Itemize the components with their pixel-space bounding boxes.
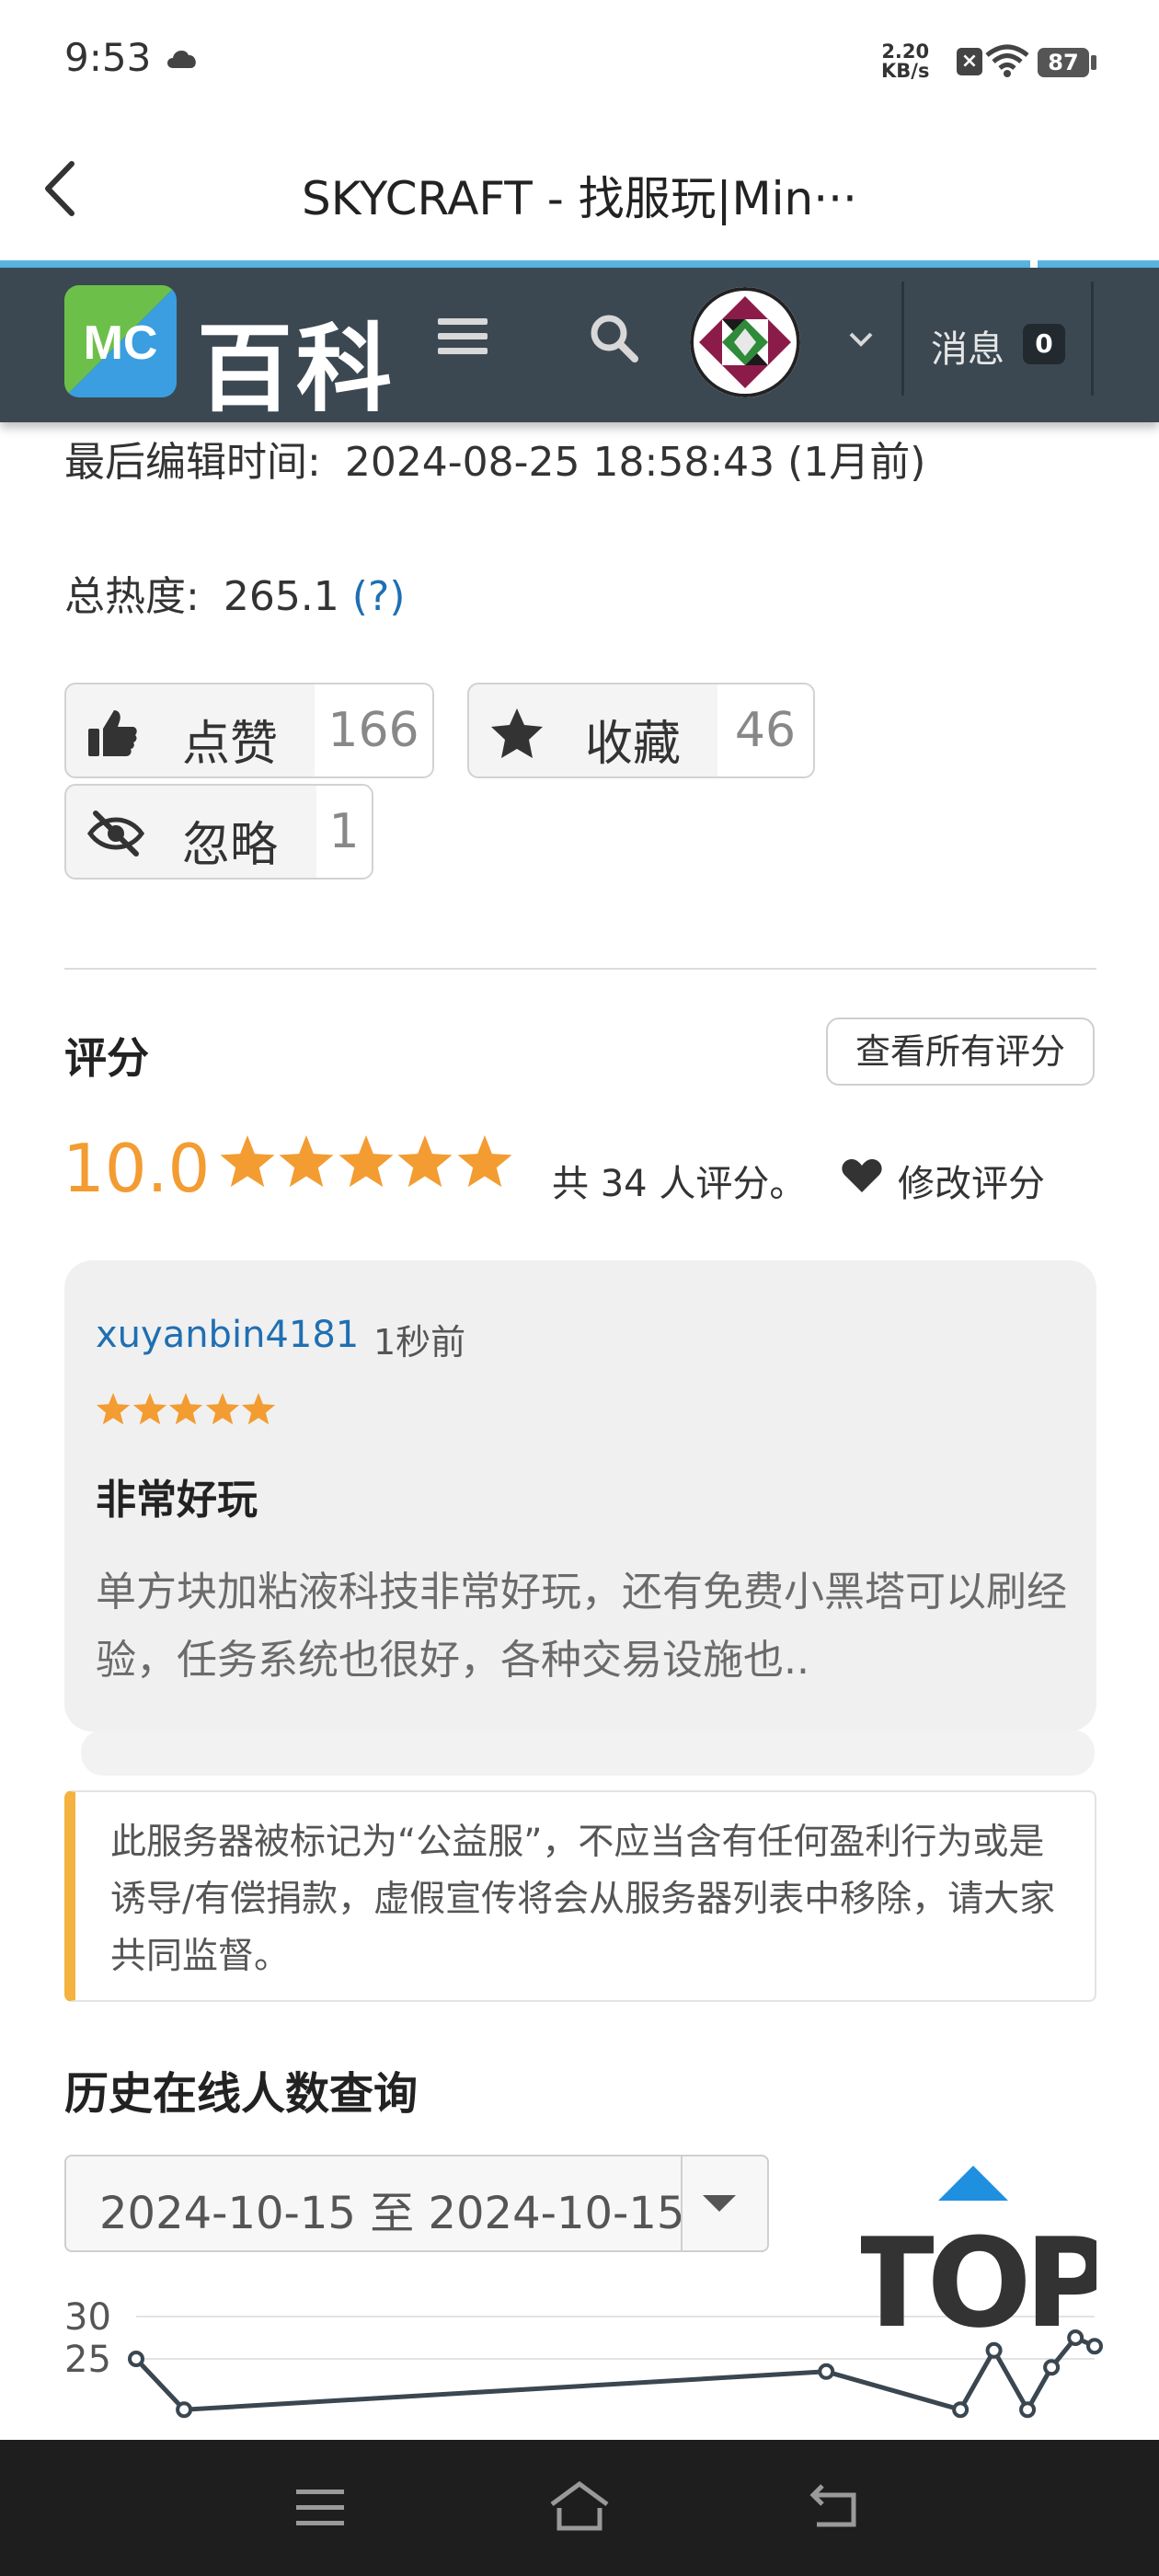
rating-count: 共 34 人评分。 xyxy=(552,1163,807,1205)
page-load-progress xyxy=(0,260,1159,268)
star-icon xyxy=(339,1135,394,1188)
section-divider xyxy=(64,968,1096,970)
ignore-button[interactable]: 忽略 1 xyxy=(64,784,373,880)
battery-icon: 87 xyxy=(1038,48,1089,77)
menu-icon[interactable] xyxy=(438,316,488,361)
header-divider xyxy=(1091,282,1094,396)
progress-gap xyxy=(1030,260,1038,268)
total-heat-value: 265.1 xyxy=(223,573,339,620)
like-button[interactable]: 点赞 166 xyxy=(64,683,434,778)
modify-rating-label: 修改评分 xyxy=(898,1163,1045,1205)
star-icon xyxy=(491,708,543,758)
notice-text: 此服务器被标记为“公益服”，不应当含有任何盈利行为或是诱导/有偿捐款，虚假宣传将… xyxy=(110,1822,1056,1977)
review-title: 非常好玩 xyxy=(96,1477,258,1524)
status-time: 9:53 xyxy=(64,35,152,80)
thumbs-up-icon xyxy=(88,710,137,756)
data-point[interactable] xyxy=(176,2401,193,2419)
site-logo[interactable]: MC xyxy=(64,285,177,397)
top-button-label: TOP xyxy=(861,2212,1096,2339)
y-tick-label: 25 xyxy=(64,2339,111,2381)
star-icon xyxy=(397,1135,453,1188)
series-line xyxy=(134,2334,1096,2415)
star-icon xyxy=(279,1135,334,1188)
data-point[interactable] xyxy=(952,2401,970,2419)
data-point[interactable] xyxy=(128,2351,144,2367)
star-icon xyxy=(220,1135,275,1188)
cloud-icon xyxy=(164,44,201,74)
eye-slash-icon xyxy=(86,811,145,857)
rating-section-title: 评分 xyxy=(64,1033,149,1083)
history-section-title: 历史在线人数查询 xyxy=(64,2068,419,2120)
ignore-count: 1 xyxy=(316,786,372,878)
total-heat-row: 总热度: 265.1 (?) xyxy=(64,563,405,622)
rating-score: 10.0 xyxy=(63,1130,211,1207)
ignore-label: 忽略 xyxy=(182,818,279,873)
data-point[interactable] xyxy=(985,2341,1003,2359)
home-icon[interactable] xyxy=(548,2480,611,2532)
star-icon xyxy=(168,1393,203,1425)
star-icon xyxy=(132,1393,166,1425)
chevron-down-icon[interactable] xyxy=(848,331,874,351)
back-button[interactable] xyxy=(37,156,92,221)
menu-icon[interactable] xyxy=(294,2488,346,2528)
back-to-top-button[interactable]: TOP xyxy=(850,2164,1118,2355)
star-icon xyxy=(457,1135,512,1188)
star-icon xyxy=(96,1393,131,1425)
date-range-value: 2024-10-15 至 2024-10-15 xyxy=(99,2188,685,2239)
data-point[interactable] xyxy=(818,2363,835,2380)
like-label: 点赞 xyxy=(182,717,279,772)
star-icon xyxy=(241,1393,276,1425)
y-tick-label: 30 xyxy=(64,2296,111,2339)
arrow-up-icon xyxy=(938,2166,1008,2201)
caret-down-icon[interactable] xyxy=(703,2195,736,2217)
back-nav-icon[interactable] xyxy=(809,2482,861,2530)
messages-link[interactable]: 消息 xyxy=(931,319,1004,373)
battery-tip xyxy=(1091,55,1096,70)
review-username-link[interactable]: xuyanbin4181 xyxy=(96,1314,359,1356)
review-time: 1秒前 xyxy=(373,1322,466,1363)
system-nav-bar xyxy=(0,2440,1159,2576)
review-stars xyxy=(96,1393,278,1432)
total-heat-label: 总热度: xyxy=(64,573,200,620)
messages-count-badge: 0 xyxy=(1023,324,1065,364)
view-all-ratings-button[interactable]: 查看所有评分 xyxy=(826,1018,1095,1086)
star-icon xyxy=(205,1393,239,1425)
search-icon[interactable] xyxy=(589,313,640,368)
review-card-stack xyxy=(81,1730,1095,1776)
favorite-label: 收藏 xyxy=(585,717,682,772)
heart-icon xyxy=(841,1157,883,1198)
last-edited-label: 最后编辑时间: xyxy=(64,439,321,486)
last-edited-row: 最后编辑时间: 2024-08-25 18:58:43 (1月前) xyxy=(64,429,925,488)
logo-badge-text: MC xyxy=(84,316,158,370)
net-speed: 2.20 KB/s xyxy=(881,42,929,81)
chevron-left-icon xyxy=(45,161,75,216)
like-count: 166 xyxy=(315,684,432,776)
wifi-icon xyxy=(984,44,1030,81)
page-title: SKYCRAFT - 找服玩|Min··· xyxy=(302,172,857,225)
net-speed-unit: KB/s xyxy=(881,60,930,82)
favorite-count: 46 xyxy=(717,684,813,776)
review-body: 单方块加粘液科技非常好玩，还有免费小黑塔可以刷经验，任务系统也很好，各种交易设施… xyxy=(96,1569,1067,1684)
data-point[interactable] xyxy=(1019,2401,1037,2419)
last-edited-value: 2024-08-25 18:58:43 (1月前) xyxy=(344,439,926,486)
rating-stars xyxy=(219,1135,515,1196)
favorite-button[interactable]: 收藏 46 xyxy=(467,683,815,778)
no-sim-icon: × xyxy=(957,48,982,75)
net-speed-value: 2.20 xyxy=(881,40,930,63)
logo-text: 百科 xyxy=(197,313,396,425)
avatar[interactable] xyxy=(690,287,800,397)
data-point[interactable] xyxy=(1043,2359,1061,2376)
heat-help-link[interactable]: (?) xyxy=(352,573,406,620)
header-divider xyxy=(901,282,904,396)
date-select-divider xyxy=(681,2156,683,2250)
